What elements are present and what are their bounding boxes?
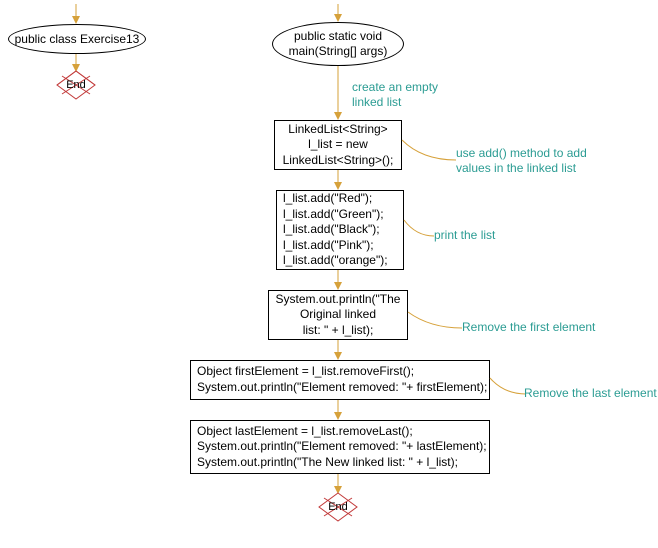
class-declaration-text: public class Exercise13 bbox=[15, 32, 140, 47]
arrow-top-left bbox=[70, 4, 82, 24]
arrow-add-to-print bbox=[332, 270, 344, 290]
box-declare-list: LinkedList<String> l_list = new LinkedLi… bbox=[274, 120, 402, 170]
connector-remove-last-comment bbox=[490, 376, 526, 400]
comment-use-add-method: use add() method to add values in the li… bbox=[456, 146, 587, 176]
arrow-print-to-removefirst bbox=[332, 340, 344, 360]
connector-add-comment bbox=[402, 136, 456, 166]
box-remove-first: Object firstElement = l_list.removeFirst… bbox=[190, 360, 490, 400]
comment-remove-first: Remove the first element bbox=[462, 320, 595, 335]
main-declaration-text: public static void main(String[] args) bbox=[289, 29, 388, 59]
box-add-calls-text: l_list.add("Red"); l_list.add("Green"); … bbox=[283, 191, 388, 269]
end-label-left: End bbox=[56, 70, 96, 100]
box-add-calls: l_list.add("Red"); l_list.add("Green"); … bbox=[276, 190, 404, 270]
arrow-removelast-to-end bbox=[332, 474, 344, 494]
comment-remove-last: Remove the last element bbox=[524, 386, 657, 401]
end-diamond-right: End bbox=[318, 492, 358, 522]
comment-print-list: print the list bbox=[434, 228, 495, 243]
comment-create-empty-list: create an empty linked list bbox=[352, 80, 438, 110]
arrow-main-to-decl bbox=[332, 66, 344, 120]
box-declare-list-text: LinkedList<String> l_list = new LinkedLi… bbox=[283, 122, 394, 169]
connector-remove-first-comment bbox=[408, 310, 462, 334]
box-print-list-text: System.out.println("The Original linked … bbox=[276, 292, 401, 339]
box-remove-last: Object lastElement = l_list.removeLast()… bbox=[190, 420, 490, 474]
box-print-list: System.out.println("The Original linked … bbox=[268, 290, 408, 340]
class-declaration-ellipse: public class Exercise13 bbox=[8, 24, 146, 54]
flowchart-canvas: public class Exercise13 End public stati… bbox=[0, 0, 658, 548]
arrow-removefirst-to-removelast bbox=[332, 400, 344, 420]
main-declaration-ellipse: public static void main(String[] args) bbox=[272, 22, 404, 66]
box-remove-first-text: Object firstElement = l_list.removeFirst… bbox=[197, 364, 487, 395]
connector-print-comment bbox=[404, 218, 434, 242]
end-diamond-left: End bbox=[56, 70, 96, 100]
end-label-right: End bbox=[318, 492, 358, 522]
arrow-decl-to-add bbox=[332, 170, 344, 190]
arrow-top-right bbox=[332, 4, 344, 22]
box-remove-last-text: Object lastElement = l_list.removeLast()… bbox=[197, 424, 487, 471]
